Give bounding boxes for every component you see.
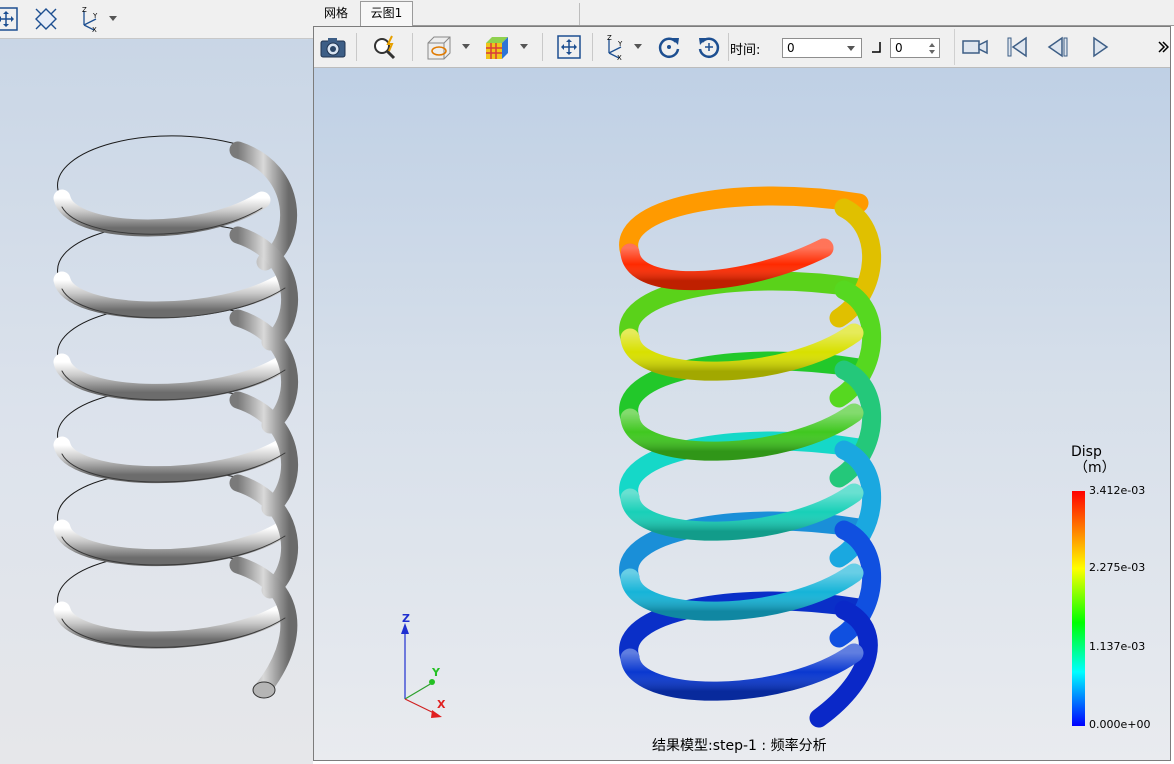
legend-unit: （m） [1074, 460, 1116, 476]
fit-view-icon [557, 35, 581, 59]
first-frame-button[interactable] [1002, 33, 1032, 61]
toolbar-separator [412, 33, 413, 61]
mesh-viewport[interactable] [0, 39, 313, 764]
time-select[interactable]: 0 [782, 38, 862, 58]
frame-spinbox[interactable]: 0 [890, 38, 940, 58]
chevron-down-icon[interactable] [462, 44, 470, 49]
svg-text:X: X [617, 54, 622, 61]
rotate-ccw-button[interactable] [694, 33, 724, 61]
play-button[interactable] [1084, 33, 1114, 61]
tab-mesh[interactable]: 网格 [313, 2, 359, 25]
svg-text:Z: Z [607, 34, 612, 42]
spring-contour-model [401, 186, 882, 728]
contour-viewport[interactable]: Z Y X Disp （m） 3.412e-03 2.275e-03 1.137… [314, 68, 1170, 760]
triad-y-label: Y [432, 666, 440, 679]
section-box-icon [427, 36, 451, 60]
spin-up-icon[interactable] [929, 43, 935, 47]
video-record-icon [962, 39, 988, 55]
record-video-button[interactable] [960, 33, 990, 61]
view-tab-strip: 网格 云图1 [313, 0, 1174, 26]
time-select-value: 0 [787, 41, 795, 55]
mesh-view-pane: Z Y X [0, 0, 313, 764]
toolbar-separator [356, 33, 357, 61]
svg-text:Y: Y [617, 40, 623, 48]
section-box-button[interactable] [424, 33, 454, 61]
triad-x-label: X [437, 698, 446, 711]
legend-title: Disp [1071, 444, 1102, 460]
contour-style-button[interactable] [482, 33, 512, 61]
contour-view-pane: Z Y X 时间: 0 0 Z Y X Disp （m） 3.412e-03 2… [313, 26, 1171, 761]
overflow-icon[interactable] [1157, 39, 1169, 55]
query-icon [374, 35, 396, 60]
contour-cube-icon [486, 37, 508, 59]
chevron-down-icon[interactable] [634, 44, 642, 49]
query-button[interactable] [370, 33, 400, 61]
step-icon [872, 42, 881, 53]
time-label: 时间: [730, 43, 761, 58]
step-back-icon [1047, 36, 1068, 58]
toolbar-separator [592, 33, 593, 61]
toolbar-separator [954, 29, 955, 65]
legend-tick: 1.137e-03 [1089, 640, 1146, 653]
toolbar-separator [728, 33, 729, 61]
tab-contour-1[interactable]: 云图1 [360, 1, 413, 26]
spring-mesh-model [53, 135, 298, 699]
frame-value: 0 [895, 41, 903, 55]
chevron-down-icon[interactable] [520, 44, 528, 49]
legend-tick: 2.275e-03 [1089, 561, 1146, 574]
legend-color-bar [1072, 491, 1085, 726]
camera-icon [320, 38, 346, 58]
result-model-caption: 结果模型:step-1 : 频率分析 [652, 738, 827, 754]
skip-first-icon [1007, 36, 1027, 58]
contour-toolbar: Z Y X 时间: 0 0 [314, 27, 1170, 68]
legend-tick-min: 0.000e+00 [1089, 718, 1151, 731]
screenshot-button[interactable] [318, 33, 348, 61]
rotate-cw-button[interactable] [654, 33, 684, 61]
spin-down-icon[interactable] [929, 50, 935, 54]
triad-z-label: Z [402, 612, 410, 625]
fit-view-button[interactable] [554, 33, 584, 61]
rotate-ccw-icon [698, 37, 720, 58]
axis-view-button[interactable]: Z Y X [598, 33, 628, 61]
axis-triad-icon: Z Y X [607, 34, 623, 61]
chevron-down-icon [847, 46, 855, 51]
legend-tick-max: 3.412e-03 [1089, 484, 1146, 497]
tab-strip-separator [579, 3, 580, 25]
step-back-button[interactable] [1042, 33, 1072, 61]
toolbar-separator [542, 33, 543, 61]
play-icon [1093, 36, 1109, 58]
rotate-cw-icon [658, 37, 680, 58]
